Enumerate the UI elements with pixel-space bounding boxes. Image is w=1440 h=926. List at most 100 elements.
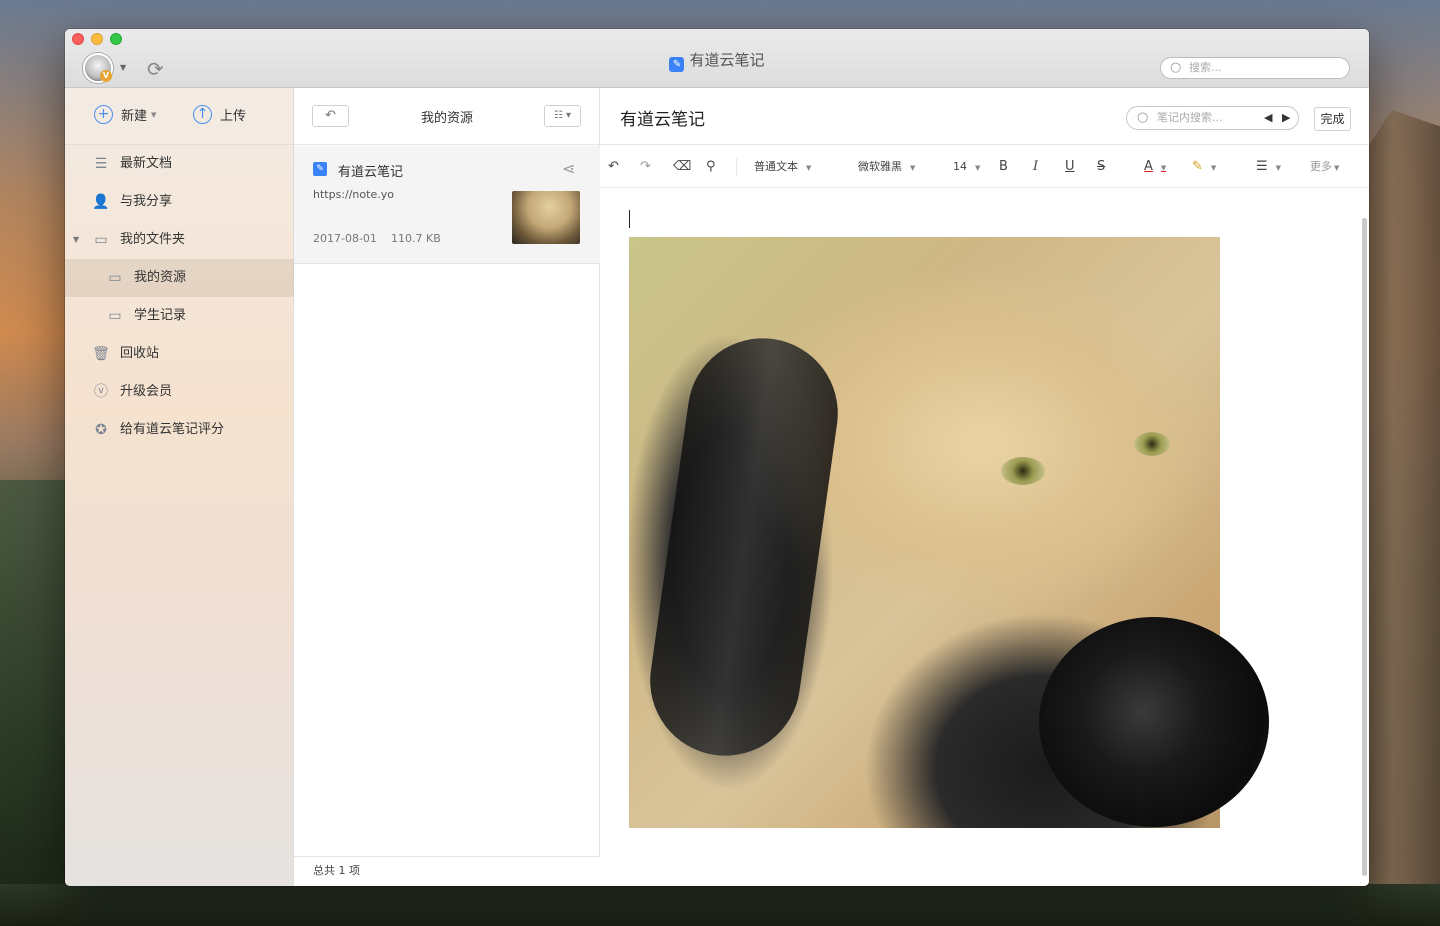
highlight-button[interactable]: ✎ ▼ bbox=[1192, 146, 1216, 188]
sidebar-item-my-folders[interactable]: ▼ ▭ 我的文件夹 bbox=[65, 221, 294, 259]
search-icon: ○ bbox=[1137, 110, 1149, 125]
format-toolbar: ↶ ↷ ⌫ ⚲ 普通文本 ▼ 微软雅黑 ▼ 14 ▼ B I U S A ▼ ✎ ▼ ☰ ▼… bbox=[600, 146, 1369, 188]
note-title: 有道云笔记 bbox=[338, 165, 404, 180]
chevron-down-icon: ▼ bbox=[1334, 164, 1340, 172]
share-icon[interactable]: ⋖ bbox=[562, 159, 575, 178]
sidebar-item-label: 给有道云笔记评分 bbox=[120, 422, 225, 437]
sidebar-item-rate[interactable]: ✪ 给有道云笔记评分 bbox=[65, 411, 294, 449]
expand-arrow-icon[interactable]: ▼ bbox=[73, 221, 79, 259]
chevron-down-icon: ▼ bbox=[806, 164, 812, 172]
align-button[interactable]: ☰ ▼ bbox=[1256, 146, 1281, 188]
embedded-cat-photo[interactable] bbox=[629, 237, 1269, 828]
font-family-select[interactable]: 微软雅黑 ▼ bbox=[858, 146, 915, 188]
view-mode-button[interactable]: ☷ ▾ bbox=[544, 105, 581, 127]
note-title-input[interactable]: 有道云笔记 bbox=[620, 105, 705, 130]
in-note-search-placeholder: 笔记内搜索... bbox=[1157, 111, 1223, 124]
headphone-cup bbox=[1039, 617, 1269, 827]
folder-open-icon: ▭ bbox=[94, 232, 108, 248]
sidebar-item-label: 回收站 bbox=[120, 346, 160, 361]
chevron-down-icon: ▼ bbox=[1160, 164, 1167, 172]
maximize-window-button[interactable] bbox=[110, 33, 122, 45]
redo-icon[interactable]: ↷ bbox=[640, 146, 651, 188]
sidebar-item-student-records[interactable]: ▭ 学生记录 bbox=[65, 297, 294, 335]
new-label: 新建 bbox=[121, 109, 148, 124]
paragraph-style-value: 普通文本 bbox=[754, 160, 798, 173]
app-window: V ▼ ⟳ ✎ 有道云笔记 ○ 搜索... + 新建 ▼ ↑ 上传 ☰ 最新文档 👤 bbox=[65, 29, 1369, 886]
sidebar-item-label: 最新文档 bbox=[120, 156, 173, 171]
upload-icon: ↑ bbox=[193, 105, 212, 124]
strikethrough-button[interactable]: S bbox=[1097, 146, 1105, 188]
window-title-text: 有道云笔记 bbox=[689, 51, 765, 69]
undo-icon[interactable]: ↶ bbox=[608, 146, 619, 188]
more-button[interactable]: 更多 ▼ bbox=[1310, 146, 1339, 188]
note-thumbnail bbox=[512, 191, 580, 244]
chevron-down-icon: ▼ bbox=[910, 164, 916, 172]
sidebar-item-label: 升级会员 bbox=[120, 384, 173, 399]
next-match-icon[interactable]: ▶ bbox=[1282, 107, 1290, 129]
new-button[interactable]: + 新建 ▼ bbox=[94, 105, 156, 124]
text-cursor bbox=[629, 210, 630, 228]
format-painter-icon[interactable]: ⚲ bbox=[706, 146, 716, 188]
chevron-down-icon: ▼ bbox=[1275, 164, 1282, 172]
sidebar-item-label: 我的文件夹 bbox=[120, 232, 186, 247]
sidebar-item-label: 与我分享 bbox=[120, 194, 173, 209]
editor-panel: 有道云笔记 ○ 笔记内搜索... ◀ ▶ 完成 ↶ ↷ ⌫ ⚲ 普通文本 ▼ 微软… bbox=[600, 88, 1369, 886]
editor-scrollbar[interactable] bbox=[1362, 218, 1367, 876]
upload-label: 上传 bbox=[220, 109, 247, 124]
note-list-panel: ↶ 我的资源 ☷ ▾ ✎ 有道云笔记 ⋖ https://note.yo 201… bbox=[294, 88, 600, 886]
font-size-select[interactable]: 14 ▼ bbox=[953, 146, 980, 188]
editor-header: 有道云笔记 ○ 笔记内搜索... ◀ ▶ 完成 bbox=[600, 88, 1369, 145]
desktop-forest bbox=[0, 480, 70, 926]
sidebar-actions: + 新建 ▼ ↑ 上传 bbox=[65, 88, 293, 145]
sidebar-item-shared[interactable]: 👤 与我分享 bbox=[65, 183, 294, 221]
sidebar-item-my-resources[interactable]: ▭ 我的资源 bbox=[65, 259, 294, 297]
italic-button[interactable]: I bbox=[1033, 146, 1038, 188]
global-search-placeholder: 搜索... bbox=[1189, 61, 1222, 74]
chevron-down-icon: ▼ bbox=[975, 164, 981, 172]
app-logo-icon: ✎ bbox=[669, 57, 685, 72]
sidebar-item-recent[interactable]: ☰ 最新文档 bbox=[65, 145, 294, 183]
people-icon: 👤 bbox=[92, 194, 110, 210]
note-snippet: https://note.yo bbox=[313, 188, 394, 201]
close-window-button[interactable] bbox=[72, 33, 84, 45]
minimize-window-button[interactable] bbox=[91, 33, 103, 45]
chevron-down-icon: ▼ bbox=[151, 110, 157, 119]
titlebar: V ▼ ⟳ ✎ 有道云笔记 ○ 搜索... bbox=[65, 29, 1369, 88]
note-list-item[interactable]: ✎ 有道云笔记 ⋖ https://note.yo 2017-08-01 110… bbox=[294, 146, 600, 264]
font-size-value: 14 bbox=[953, 160, 967, 173]
sidebar-item-upgrade[interactable]: ⓥ 升级会员 bbox=[65, 373, 294, 411]
in-note-search-input[interactable]: ○ 笔记内搜索... ◀ ▶ bbox=[1126, 106, 1299, 130]
sidebar-item-label: 学生记录 bbox=[134, 308, 187, 323]
folder-icon: ▭ bbox=[108, 308, 122, 324]
paragraph-style-select[interactable]: 普通文本 ▼ bbox=[754, 146, 811, 188]
cat-eye-left bbox=[1001, 457, 1045, 485]
bold-button[interactable]: B bbox=[999, 146, 1008, 188]
desktop-cliff bbox=[1360, 110, 1440, 926]
more-label: 更多 bbox=[1310, 160, 1332, 173]
eraser-icon[interactable]: ⌫ bbox=[673, 146, 691, 188]
editor-canvas[interactable] bbox=[600, 188, 1369, 886]
upload-button[interactable]: ↑ 上传 bbox=[193, 105, 246, 124]
chevron-down-icon: ▼ bbox=[1210, 164, 1217, 172]
sidebar-item-trash[interactable]: 🗑 回收站 bbox=[65, 335, 294, 373]
font-family-value: 微软雅黑 bbox=[858, 160, 902, 173]
trash-icon: 🗑 bbox=[92, 346, 110, 362]
done-button[interactable]: 完成 bbox=[1314, 107, 1351, 131]
highlighter-icon: ✎ bbox=[1192, 159, 1203, 174]
note-size: 110.7 KB bbox=[391, 232, 441, 245]
toolbar-divider bbox=[736, 158, 737, 176]
star-badge-icon: ✪ bbox=[95, 422, 107, 438]
align-left-icon: ☰ bbox=[1256, 159, 1268, 174]
vip-icon: ⓥ bbox=[94, 384, 108, 400]
text-color-button[interactable]: A ▼ bbox=[1144, 146, 1166, 188]
note-type-icon: ✎ bbox=[313, 162, 327, 176]
underline-button[interactable]: U bbox=[1065, 146, 1075, 188]
previous-match-icon[interactable]: ◀ bbox=[1264, 107, 1272, 129]
layers-icon: ☰ bbox=[94, 156, 108, 172]
sidebar: + 新建 ▼ ↑ 上传 ☰ 最新文档 👤 与我分享 ▼ ▭ 我的文件夹 ▭ 我的资源 bbox=[65, 88, 294, 886]
folder-icon: ▭ bbox=[108, 270, 122, 286]
global-search-input[interactable]: ○ 搜索... bbox=[1160, 57, 1350, 79]
search-icon: ○ bbox=[1170, 60, 1182, 75]
plus-icon: + bbox=[94, 105, 113, 124]
list-view-icon: ☷ ▾ bbox=[553, 110, 572, 121]
